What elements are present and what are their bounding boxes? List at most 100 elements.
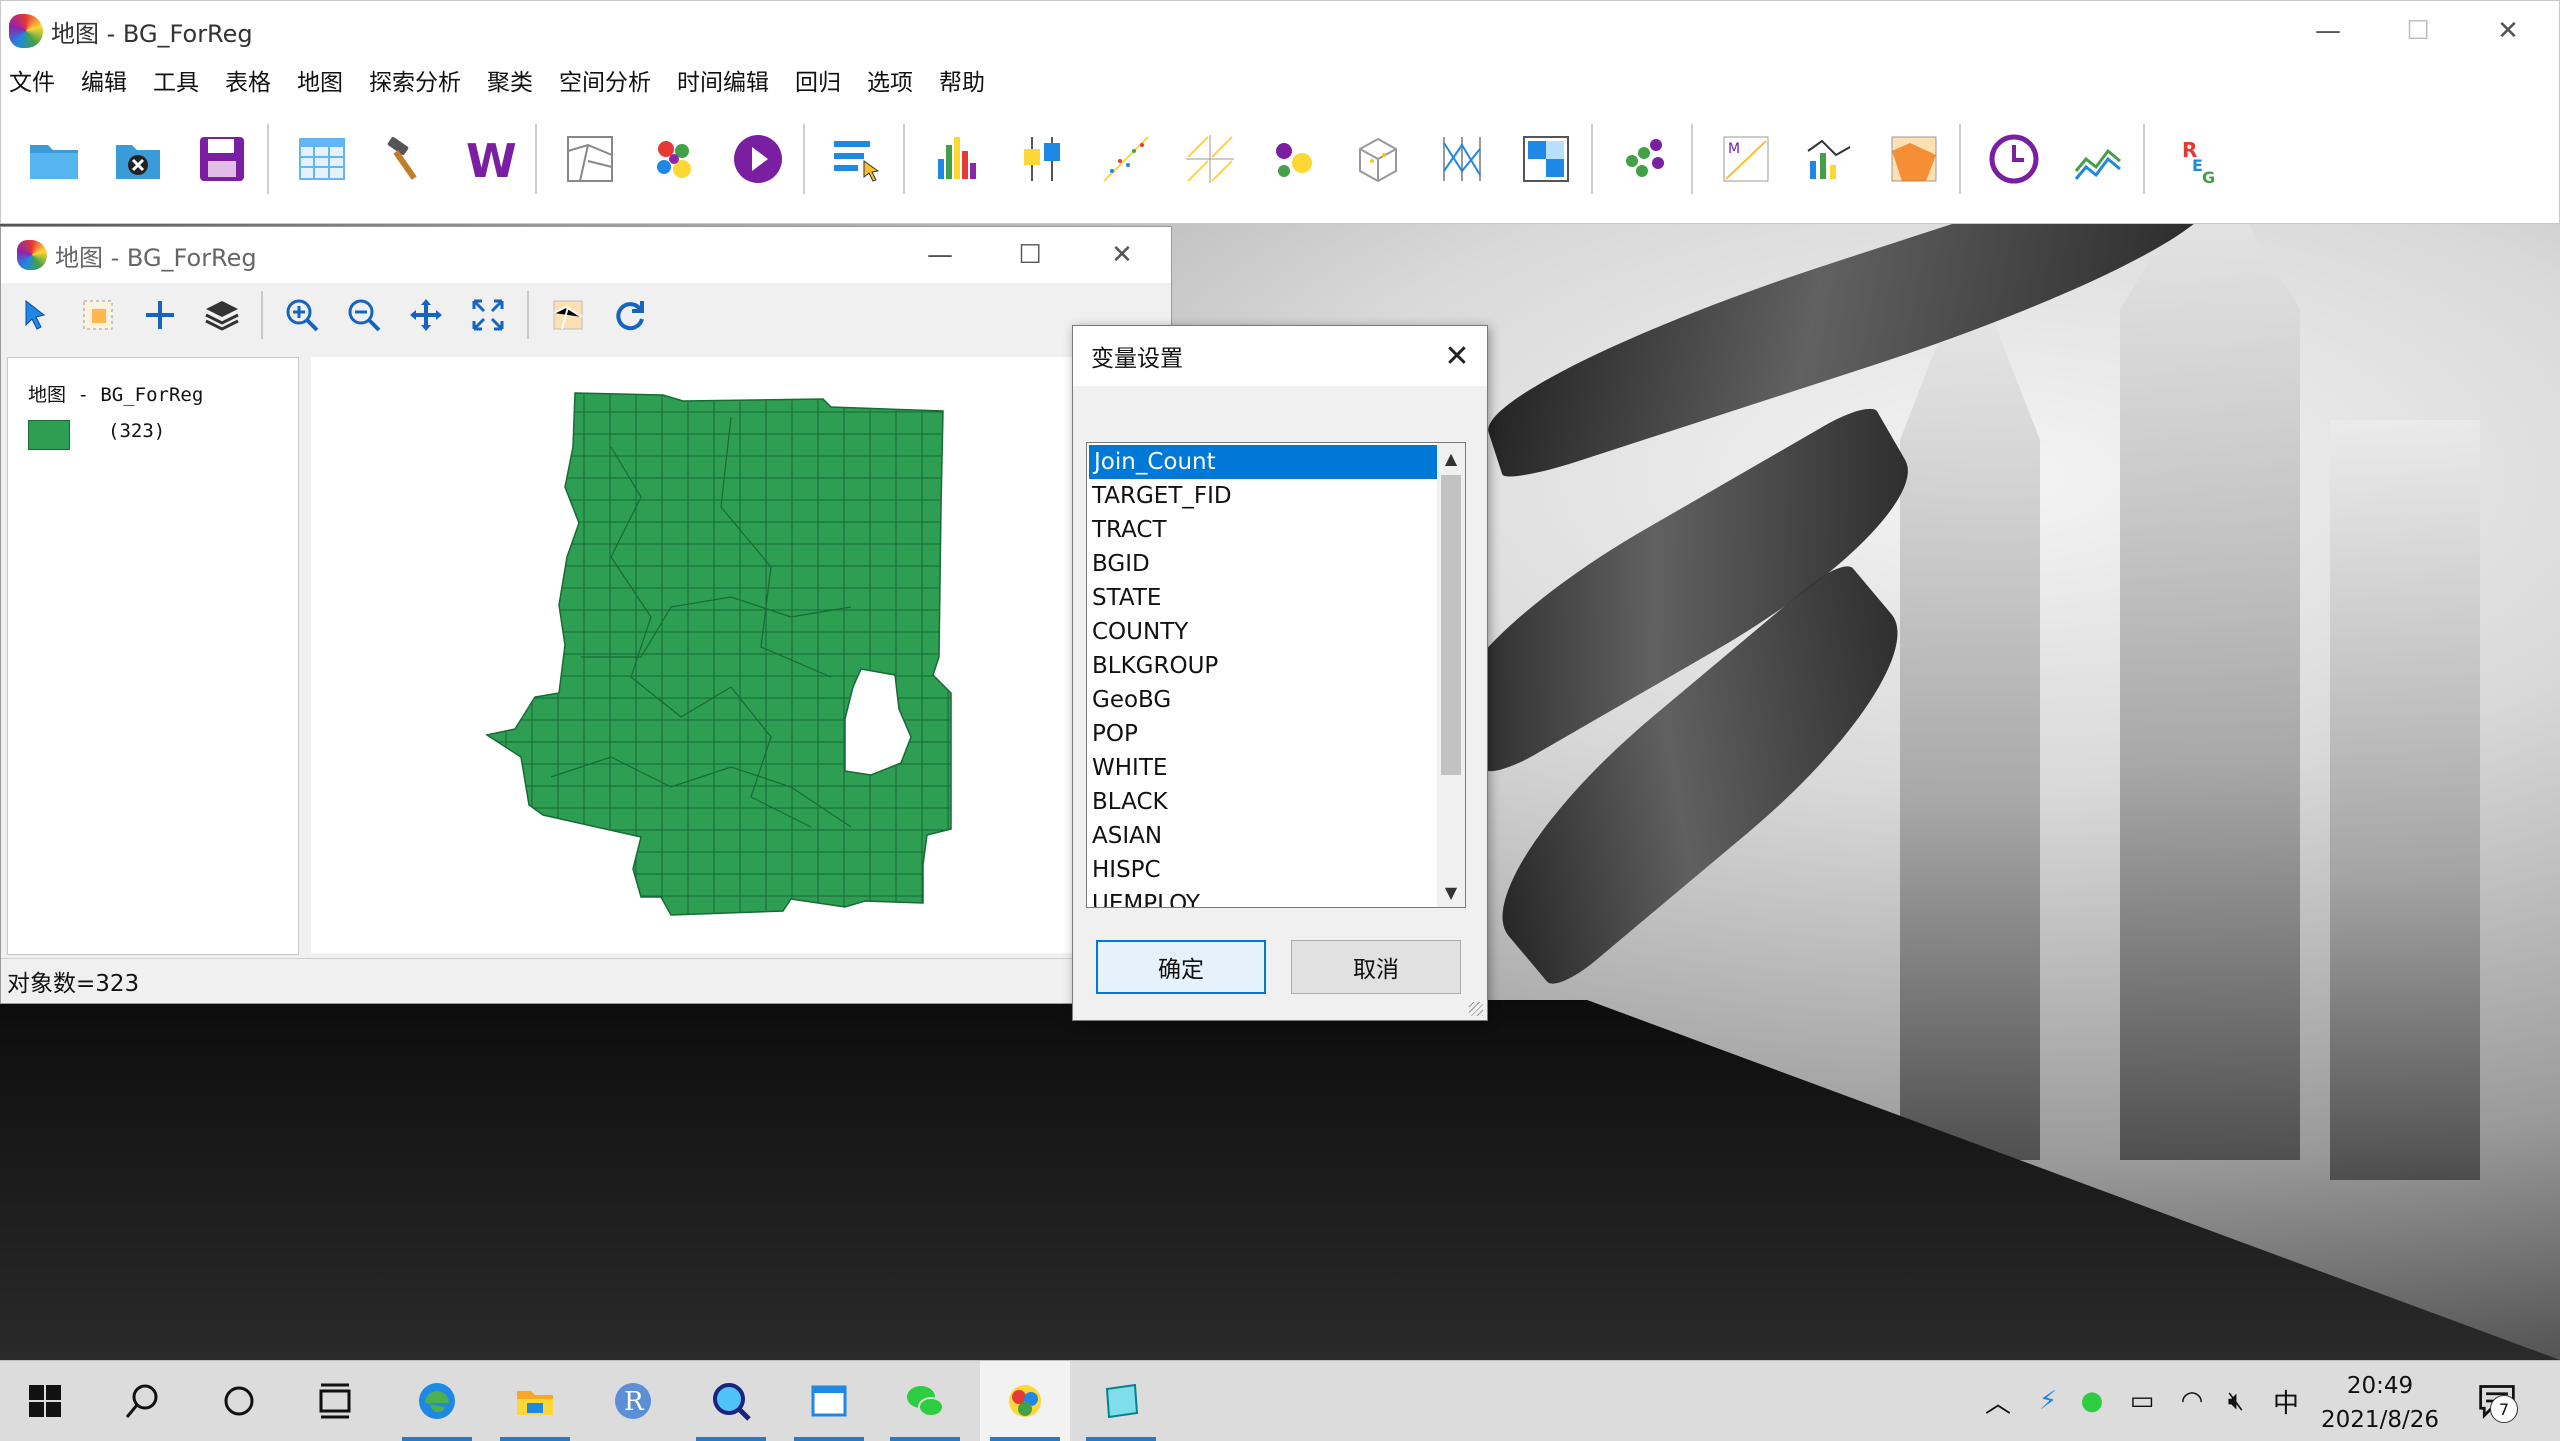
map-close-button[interactable]: ✕: [1077, 227, 1167, 283]
choropleth-map[interactable]: [311, 357, 1169, 953]
start-button[interactable]: [0, 1361, 90, 1441]
map-maximize-button[interactable]: ☐: [985, 227, 1075, 283]
menu-help[interactable]: 帮助: [939, 63, 985, 97]
weights-manager-button[interactable]: W: [459, 128, 521, 190]
lisa-map-button[interactable]: [1883, 128, 1945, 190]
select-tool-button[interactable]: [13, 292, 59, 338]
menu-map[interactable]: 地图: [297, 63, 343, 97]
dialog-close-button[interactable]: ✕: [1427, 326, 1487, 386]
pan-button[interactable]: [403, 292, 449, 338]
regression-button[interactable]: REG: [2167, 128, 2229, 190]
menu-explore[interactable]: 探索分析: [369, 63, 461, 97]
main-titlebar[interactable]: 地图 - BG_ForReg — ☐ ✕: [1, 1, 2559, 61]
menu-options[interactable]: 选项: [867, 63, 913, 97]
menu-file[interactable]: 文件: [9, 63, 55, 97]
map-button[interactable]: [559, 128, 621, 190]
close-button[interactable]: ✕: [2463, 1, 2553, 61]
list-item[interactable]: COUNTY: [1087, 615, 1437, 649]
legend-swatch[interactable]: [28, 420, 70, 450]
list-item[interactable]: TRACT: [1087, 513, 1437, 547]
list-item[interactable]: ASIAN: [1087, 819, 1437, 853]
moran-scatter-button[interactable]: M: [1715, 128, 1777, 190]
cluster-button[interactable]: [1615, 128, 1677, 190]
ok-button[interactable]: 确定: [1096, 940, 1266, 994]
boxplot-button[interactable]: [1011, 128, 1073, 190]
menu-tools[interactable]: 工具: [153, 63, 199, 97]
taskbar-geoda[interactable]: [980, 1361, 1070, 1441]
list-item[interactable]: WHITE: [1087, 751, 1437, 785]
animation-button[interactable]: [727, 128, 789, 190]
menu-table[interactable]: 表格: [225, 63, 271, 97]
save-button[interactable]: [191, 128, 253, 190]
scatter-plot-button[interactable]: [1095, 128, 1157, 190]
tray-chevron-up-icon[interactable]: ︿: [1980, 1383, 2016, 1419]
close-file-button[interactable]: [107, 128, 169, 190]
cancel-button[interactable]: 取消: [1291, 940, 1461, 994]
cortana-button[interactable]: [194, 1361, 284, 1441]
scroll-thumb[interactable]: [1441, 475, 1461, 775]
add-layer-button[interactable]: [137, 292, 183, 338]
time-button[interactable]: [1983, 128, 2045, 190]
variable-listbox[interactable]: Join_Count TARGET_FID TRACT BGID STATE C…: [1086, 442, 1466, 908]
zoom-in-button[interactable]: [279, 292, 325, 338]
system-clock[interactable]: 20:49 2021/8/26: [2290, 1369, 2470, 1437]
taskbar-file-explorer[interactable]: [490, 1361, 580, 1441]
maximize-button[interactable]: ☐: [2373, 1, 2463, 61]
correlogram-button[interactable]: [1799, 128, 1861, 190]
list-scrollbar[interactable]: ▲ ▼: [1437, 443, 1465, 907]
basemap-button[interactable]: [545, 292, 591, 338]
averages-chart-button[interactable]: [2067, 128, 2129, 190]
dialog-titlebar[interactable]: 变量设置 ✕: [1073, 326, 1487, 386]
tray-lightning-icon[interactable]: ⚡: [2030, 1383, 2066, 1419]
menu-edit[interactable]: 编辑: [81, 63, 127, 97]
volume-muted-icon[interactable]: 🔇︎: [2218, 1383, 2254, 1419]
menu-cluster[interactable]: 聚类: [487, 63, 533, 97]
tray-wechat-icon[interactable]: ●: [2074, 1383, 2110, 1419]
list-item[interactable]: BGID: [1087, 547, 1437, 581]
3d-plot-button[interactable]: [1347, 128, 1409, 190]
taskbar-window[interactable]: [784, 1361, 874, 1441]
taskbar-wechat[interactable]: [880, 1361, 970, 1441]
scroll-up-icon[interactable]: ▲: [1437, 443, 1465, 473]
list-item[interactable]: Join_Count: [1088, 444, 1438, 480]
map-minimize-button[interactable]: —: [895, 227, 985, 283]
menu-spatial-analysis[interactable]: 空间分析: [559, 63, 651, 97]
list-item[interactable]: HISPC: [1087, 853, 1437, 887]
wifi-icon[interactable]: ◠: [2174, 1383, 2210, 1419]
list-item[interactable]: BLACK: [1087, 785, 1437, 819]
bubble-chart-button[interactable]: [1263, 128, 1325, 190]
refresh-button[interactable]: [607, 292, 653, 338]
notification-center-button[interactable]: 7: [2470, 1377, 2524, 1425]
tools-button[interactable]: [375, 128, 437, 190]
map-titlebar[interactable]: 地图 - BG_ForReg — ☐ ✕: [1, 227, 1171, 283]
list-item[interactable]: GeoBG: [1087, 683, 1437, 717]
histogram-button[interactable]: [927, 128, 989, 190]
resize-grip-icon[interactable]: [1469, 1002, 1483, 1016]
open-folder-button[interactable]: [23, 128, 85, 190]
battery-icon[interactable]: ▭: [2124, 1383, 2160, 1419]
list-item[interactable]: BLKGROUP: [1087, 649, 1437, 683]
list-item[interactable]: POP: [1087, 717, 1437, 751]
search-button[interactable]: [98, 1361, 188, 1441]
layers-button[interactable]: [199, 292, 245, 338]
study-area-polygons[interactable]: [485, 392, 952, 916]
cartogram-button[interactable]: [643, 128, 705, 190]
taskbar-search-tool[interactable]: [686, 1361, 776, 1441]
list-item[interactable]: STATE: [1087, 581, 1437, 615]
scatter-matrix-button[interactable]: [1179, 128, 1241, 190]
parallel-coordinates-button[interactable]: [1431, 128, 1493, 190]
conditional-plot-button[interactable]: [1515, 128, 1577, 190]
taskbar-notes[interactable]: [1076, 1361, 1166, 1441]
menu-regression[interactable]: 回归: [795, 63, 841, 97]
category-button[interactable]: [827, 128, 889, 190]
scroll-down-icon[interactable]: ▼: [1437, 877, 1465, 907]
minimize-button[interactable]: —: [2283, 1, 2373, 61]
taskbar-r[interactable]: R: [588, 1361, 678, 1441]
menu-time-editor[interactable]: 时间编辑: [677, 63, 769, 97]
list-item[interactable]: UEMPLOY: [1087, 887, 1437, 907]
taskbar-edge[interactable]: [392, 1361, 482, 1441]
fit-extent-button[interactable]: [465, 292, 511, 338]
table-button[interactable]: [291, 128, 353, 190]
task-view-button[interactable]: [290, 1361, 380, 1441]
select-shape-button[interactable]: [75, 292, 121, 338]
